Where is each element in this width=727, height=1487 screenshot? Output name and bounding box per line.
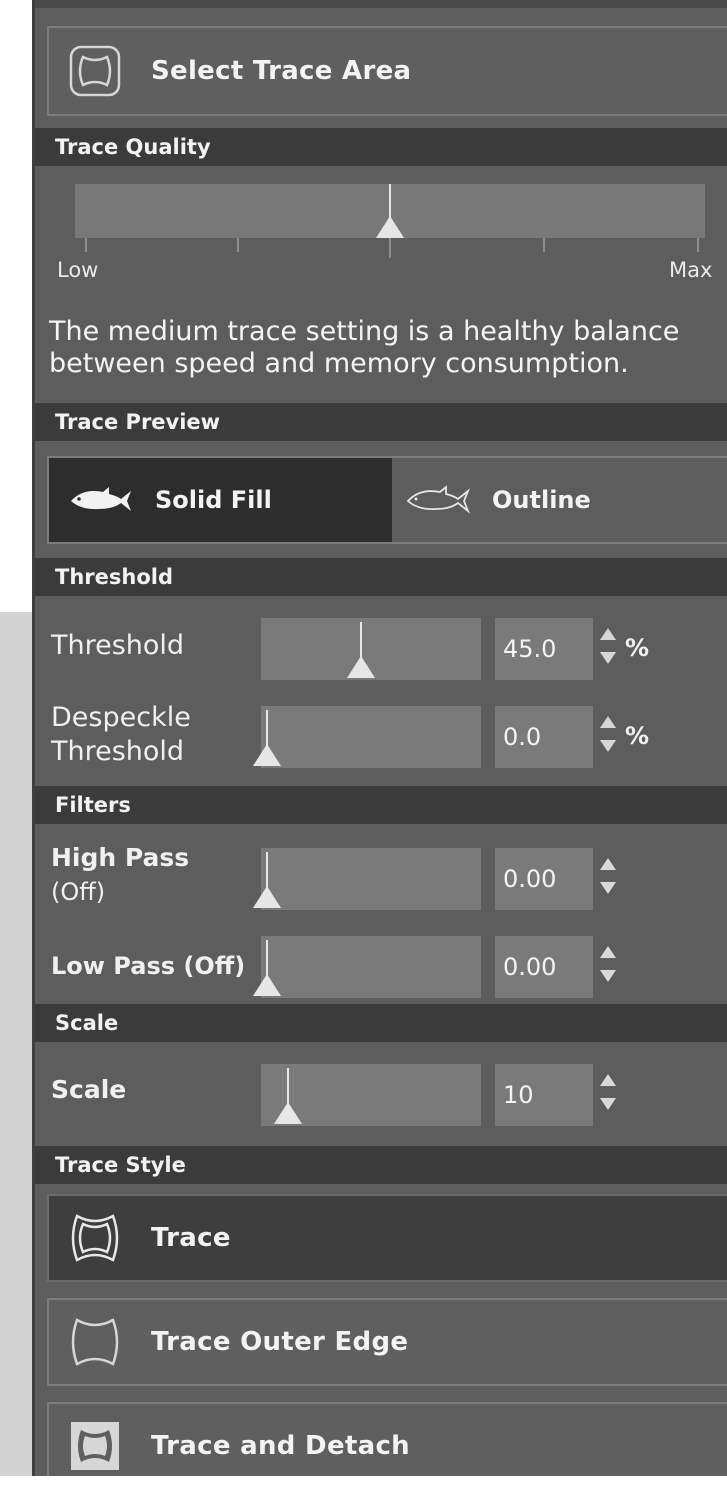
outline-fish-icon bbox=[406, 484, 470, 516]
low-pass-value-field[interactable]: 0.00 bbox=[495, 936, 593, 998]
panel-top-bar bbox=[35, 0, 727, 8]
high-pass-label-line2: (Off) bbox=[51, 878, 106, 906]
high-pass-slider[interactable] bbox=[253, 848, 481, 910]
detach-shape-icon bbox=[67, 1418, 123, 1474]
stepper-up-icon[interactable] bbox=[600, 946, 616, 958]
high-pass-stepper[interactable] bbox=[599, 848, 617, 910]
trace-style-trace-label: Trace bbox=[151, 1223, 231, 1253]
trace-style-trace-button[interactable]: Trace bbox=[47, 1194, 727, 1282]
scale-stepper[interactable] bbox=[599, 1064, 617, 1126]
scale-value-field[interactable]: 10 bbox=[495, 1064, 593, 1126]
scalloped-frame-icon bbox=[67, 43, 123, 99]
trace-preview-header: Trace Preview bbox=[35, 403, 727, 441]
trace-panel: Select Trace Area Trace Quality Low Max … bbox=[32, 0, 727, 1487]
slider-thumb[interactable] bbox=[253, 744, 281, 766]
stepper-down-icon[interactable] bbox=[600, 1098, 616, 1110]
quality-tick bbox=[543, 238, 545, 252]
stepper-down-icon[interactable] bbox=[600, 740, 616, 752]
threshold-unit: % bbox=[625, 634, 650, 662]
filters-header: Filters bbox=[35, 786, 727, 824]
despeckle-slider[interactable] bbox=[253, 706, 481, 768]
scalloped-outline-icon bbox=[67, 1314, 123, 1370]
quality-max-label: Max bbox=[669, 258, 713, 282]
trace-and-detach-button[interactable]: Trace and Detach bbox=[47, 1402, 727, 1487]
despeckle-label-line2: Threshold bbox=[51, 736, 185, 767]
scale-slider[interactable] bbox=[261, 1064, 481, 1126]
stepper-up-icon[interactable] bbox=[600, 1074, 616, 1086]
quality-tick bbox=[389, 238, 391, 258]
trace-and-detach-label: Trace and Detach bbox=[151, 1431, 410, 1461]
slider-thumb[interactable] bbox=[253, 974, 281, 996]
quality-low-label: Low bbox=[57, 258, 99, 282]
threshold-stepper[interactable] bbox=[599, 618, 617, 680]
threshold-value-field[interactable]: 45.0 bbox=[495, 618, 593, 680]
quality-description: The medium trace setting is a healthy ba… bbox=[49, 316, 680, 379]
slider-thumb[interactable] bbox=[253, 886, 281, 908]
threshold-slider[interactable] bbox=[261, 618, 481, 680]
despeckle-label-line1: Despeckle bbox=[51, 702, 191, 733]
trace-quality-header: Trace Quality bbox=[35, 128, 727, 166]
scale-label: Scale bbox=[51, 1075, 127, 1104]
trace-outer-edge-label: Trace Outer Edge bbox=[151, 1327, 409, 1357]
select-trace-area-label: Select Trace Area bbox=[151, 56, 412, 86]
background-strip bbox=[0, 612, 36, 1476]
trace-preview-toggle: Solid Fill Outline bbox=[47, 456, 727, 544]
solid-fill-label: Solid Fill bbox=[155, 486, 272, 514]
low-pass-slider[interactable] bbox=[253, 936, 481, 998]
stepper-up-icon[interactable] bbox=[600, 716, 616, 728]
slider-thumb[interactable] bbox=[346, 656, 375, 678]
stepper-up-icon[interactable] bbox=[600, 628, 616, 640]
low-pass-label: Low Pass (Off) bbox=[51, 952, 246, 980]
quality-tick bbox=[85, 238, 87, 252]
outline-label: Outline bbox=[492, 486, 591, 514]
threshold-label: Threshold bbox=[51, 630, 185, 661]
threshold-header: Threshold bbox=[35, 558, 727, 596]
stepper-down-icon[interactable] bbox=[600, 882, 616, 894]
trace-style-header: Trace Style bbox=[35, 1146, 727, 1184]
stepper-up-icon[interactable] bbox=[600, 858, 616, 870]
outline-option[interactable]: Outline bbox=[392, 458, 727, 542]
scale-header: Scale bbox=[35, 1004, 727, 1042]
low-pass-stepper[interactable] bbox=[599, 936, 617, 998]
trace-quality-thumb[interactable] bbox=[376, 216, 404, 238]
high-pass-value-field[interactable]: 0.00 bbox=[495, 848, 593, 910]
trace-quality-marker-line bbox=[389, 184, 391, 220]
despeckle-stepper[interactable] bbox=[599, 706, 617, 768]
solid-fill-option[interactable]: Solid Fill bbox=[49, 458, 392, 542]
stepper-down-icon[interactable] bbox=[600, 652, 616, 664]
slider-thumb[interactable] bbox=[273, 1102, 302, 1124]
despeckle-value-field[interactable]: 0.0 bbox=[495, 706, 593, 768]
quality-tick bbox=[697, 238, 699, 252]
bottom-margin bbox=[0, 1476, 727, 1487]
double-scalloped-frame-icon bbox=[67, 1210, 123, 1266]
select-trace-area-button[interactable]: Select Trace Area bbox=[47, 26, 727, 116]
stepper-down-icon[interactable] bbox=[600, 970, 616, 982]
trace-outer-edge-button[interactable]: Trace Outer Edge bbox=[47, 1298, 727, 1386]
trace-quality-slider[interactable] bbox=[75, 184, 705, 238]
high-pass-label-line1: High Pass bbox=[51, 843, 190, 872]
quality-tick bbox=[237, 238, 239, 252]
despeckle-unit: % bbox=[625, 722, 650, 750]
solid-fish-icon bbox=[69, 484, 133, 516]
